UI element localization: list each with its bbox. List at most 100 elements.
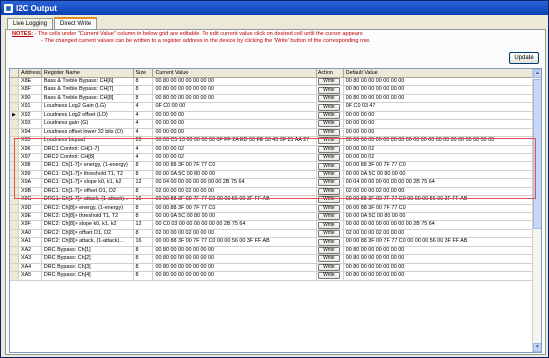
write-button[interactable]: Write <box>317 78 340 86</box>
cell-current-value[interactable]: 00 80 00 00 00 00 00 00 <box>153 272 317 280</box>
cell-current-value[interactable]: 00 00 88 3F 00 7F 77 C0 <box>153 204 317 212</box>
table-row[interactable]: X96 DRC1 Control: CH[1-7] 4 00 00 00 02 Writ… <box>10 145 541 154</box>
row-indicator[interactable] <box>10 238 19 246</box>
row-indicator[interactable] <box>10 179 19 187</box>
write-button[interactable]: Write <box>317 86 340 94</box>
cell-current-value[interactable]: 00 00 00 00 <box>153 120 317 128</box>
cell-current-value[interactable]: 00 C0 03 00 00 00 00 00 00 2B 75 64 <box>153 221 317 229</box>
row-indicator[interactable] <box>10 221 19 229</box>
scroll-thumb[interactable] <box>533 79 541 229</box>
write-button[interactable]: Write <box>317 111 340 119</box>
cell-current-value[interactable]: 00 80 00 00 00 00 00 00 <box>153 246 317 255</box>
table-row[interactable]: XA0 DRC2: Ch[8]> offset O1, O2 8 02 00 00 0… <box>10 229 541 239</box>
write-button[interactable]: Write <box>317 272 340 280</box>
row-indicator[interactable] <box>10 255 19 263</box>
title-bar[interactable]: ▣ I2C Output <box>1 1 548 15</box>
write-button[interactable]: Write <box>317 204 340 212</box>
write-button[interactable]: Write <box>317 171 340 179</box>
row-indicator[interactable] <box>10 170 19 179</box>
write-button[interactable]: Write <box>317 238 340 246</box>
cell-current-value[interactable]: 0F C0 00 00 <box>153 103 317 111</box>
cell-current-value[interactable]: 00 00 00 02 <box>153 145 317 153</box>
row-indicator[interactable] <box>10 103 19 111</box>
write-button[interactable]: Write <box>317 95 340 103</box>
cell-current-value[interactable]: 02 00 00 00 02 00 00 00 <box>153 187 317 196</box>
header-size[interactable]: Size <box>134 69 154 77</box>
table-row[interactable]: X99 DRC1: Ch[1-7]> threshold T1, T2 8 00 00… <box>10 170 541 180</box>
row-indicator[interactable] <box>10 94 19 103</box>
cell-current-value[interactable]: 00 00 88 3F 00 7F 77 C0 00 00 56 00 3F F… <box>153 238 317 246</box>
row-indicator[interactable] <box>10 120 19 128</box>
table-row[interactable]: X9E DRC2: Ch[8]> threshold T1, T2 8 00 00 0… <box>10 213 541 222</box>
row-indicator[interactable] <box>10 153 19 162</box>
cell-current-value[interactable]: 00 00 88 3F 00 7F 77 C0 <box>153 162 317 170</box>
cell-current-value[interactable]: 02 00 00 00 02 00 00 00 <box>153 229 317 238</box>
write-button[interactable]: Write <box>317 196 340 204</box>
table-row[interactable]: XA4 DRC Bypass: Ch[3] 8 00 80 00 00 00 00 0… <box>10 263 541 273</box>
write-button[interactable]: Write <box>317 213 340 221</box>
cell-current-value[interactable]: 00 00 00 02 <box>153 153 317 162</box>
table-row[interactable]: XA2 DRC Bypass: Ch[1] 8 00 80 00 00 00 00 0… <box>10 246 541 256</box>
row-indicator[interactable] <box>10 229 19 238</box>
table-row[interactable]: X9D DRC2: Ch[8]> energy, (1-energy) 8 00 00… <box>10 204 541 213</box>
table-row[interactable]: X91 Loudness Log2 Gain (LG) 4 0F C0 00 00 Wr… <box>10 103 541 112</box>
table-row[interactable]: XA5 DRC Bypass: Ch[4] 8 00 80 00 00 00 00 0… <box>10 272 541 281</box>
table-row[interactable]: X9C DRC1: Ch[1-7]> attack, (1-attack)... 1… <box>10 196 541 205</box>
table-row[interactable]: X95 Loudness biquad 20 00 00 C5 13 00 00 00… <box>10 137 541 146</box>
row-indicator[interactable] <box>10 246 19 255</box>
tab-live-logging[interactable]: Live Logging <box>7 18 54 29</box>
write-button[interactable]: Write <box>317 221 340 229</box>
cell-current-value[interactable]: 00 80 00 00 00 00 00 00 <box>153 263 317 272</box>
table-row[interactable]: XA3 DRC Bypass: Ch[2] 8 00 80 00 00 00 00 0… <box>10 255 541 264</box>
cell-current-value[interactable]: 00 04 00 00 00 00 00 00 00 2B 75 64 <box>153 179 317 187</box>
write-button[interactable]: Write <box>317 128 340 136</box>
table-row[interactable]: X9F DRC2: Ch[8]> slope k0, k1, k2 12 00 C0 … <box>10 221 541 230</box>
row-indicator[interactable] <box>10 145 19 153</box>
write-button[interactable]: Write <box>317 120 340 128</box>
header-address[interactable]: Address <box>19 69 42 77</box>
table-row[interactable]: X90 Bass & Treble Bypass: CH[8] 8 00 80 00 … <box>10 94 541 104</box>
row-indicator[interactable] <box>10 86 19 94</box>
table-row[interactable]: X8F Bass & Treble Bypass: CH[7] 8 00 80 00 … <box>10 86 541 95</box>
table-row[interactable]: X8E Bass & Treble Bypass: CH[6] 8 00 80 00 … <box>10 78 541 87</box>
row-indicator[interactable] <box>10 187 19 196</box>
write-button[interactable]: Write <box>317 103 340 111</box>
table-row[interactable]: ▶ X92 Loudness Log2 offset (LO) 4 00 00 00 0… <box>10 111 541 121</box>
scroll-up-icon[interactable]: ▲ <box>533 69 541 78</box>
write-button[interactable]: Write <box>317 263 340 271</box>
cell-current-value[interactable]: 00 00 88 3F 00 7F 77 C0 00 00 56 00 3F F… <box>153 196 317 204</box>
cell-current-value[interactable]: 00 00 00 00 <box>153 128 317 137</box>
row-indicator[interactable] <box>10 263 19 272</box>
write-button[interactable]: Write <box>317 162 340 170</box>
cell-current-value[interactable]: 00 80 00 00 00 00 00 00 <box>153 94 317 103</box>
row-indicator[interactable] <box>10 128 19 137</box>
write-button[interactable]: Write <box>317 154 340 162</box>
header-default-value[interactable]: Default Value <box>344 69 541 77</box>
header-register-name[interactable]: Register Name <box>42 69 134 77</box>
header-current-value[interactable]: Current Value <box>153 69 317 77</box>
table-row[interactable]: X97 DRC2 Control: CH[8] 4 00 00 00 02 Write 0… <box>10 153 541 163</box>
row-indicator[interactable] <box>10 78 19 86</box>
write-button[interactable]: Write <box>317 246 340 254</box>
write-button[interactable]: Write <box>317 255 340 263</box>
write-button[interactable]: Write <box>317 187 340 195</box>
write-button[interactable]: Write <box>317 230 340 238</box>
table-row[interactable]: XA1 DRC2: Ch[8]> attack, (1-attack)... 16 0… <box>10 238 541 247</box>
row-indicator[interactable] <box>10 272 19 280</box>
cell-current-value[interactable]: 00 00 00 00 <box>153 111 317 120</box>
cell-current-value[interactable]: 00 80 00 00 00 00 00 00 <box>153 86 317 94</box>
row-indicator[interactable] <box>10 162 19 170</box>
row-indicator[interactable] <box>10 137 19 145</box>
table-row[interactable]: X98 DRC1: Ch[1-7]> energy, (1-energy) 8 00 … <box>10 162 541 171</box>
row-indicator[interactable] <box>10 213 19 221</box>
cell-current-value[interactable]: 00 00 C5 13 00 00 00 00 0F FF 2A ED 00 F… <box>153 137 317 145</box>
cell-current-value[interactable]: 00 80 00 00 00 00 00 00 <box>153 255 317 263</box>
row-indicator[interactable] <box>10 196 19 204</box>
table-row[interactable]: X93 Loudness gain (G) 4 00 00 00 00 Write 00 … <box>10 120 541 129</box>
row-indicator[interactable] <box>10 204 19 212</box>
cell-current-value[interactable]: 00 00 0A 5C 00 80 00 00 <box>153 213 317 221</box>
cell-current-value[interactable]: 00 80 00 00 00 00 00 00 <box>153 78 317 86</box>
header-action[interactable]: Action <box>317 69 344 77</box>
cell-current-value[interactable]: 00 00 0A 5C 00 80 00 00 <box>153 170 317 179</box>
table-row[interactable]: X94 Loudness offset lower 32 bits (O) 4 00 … <box>10 128 541 138</box>
